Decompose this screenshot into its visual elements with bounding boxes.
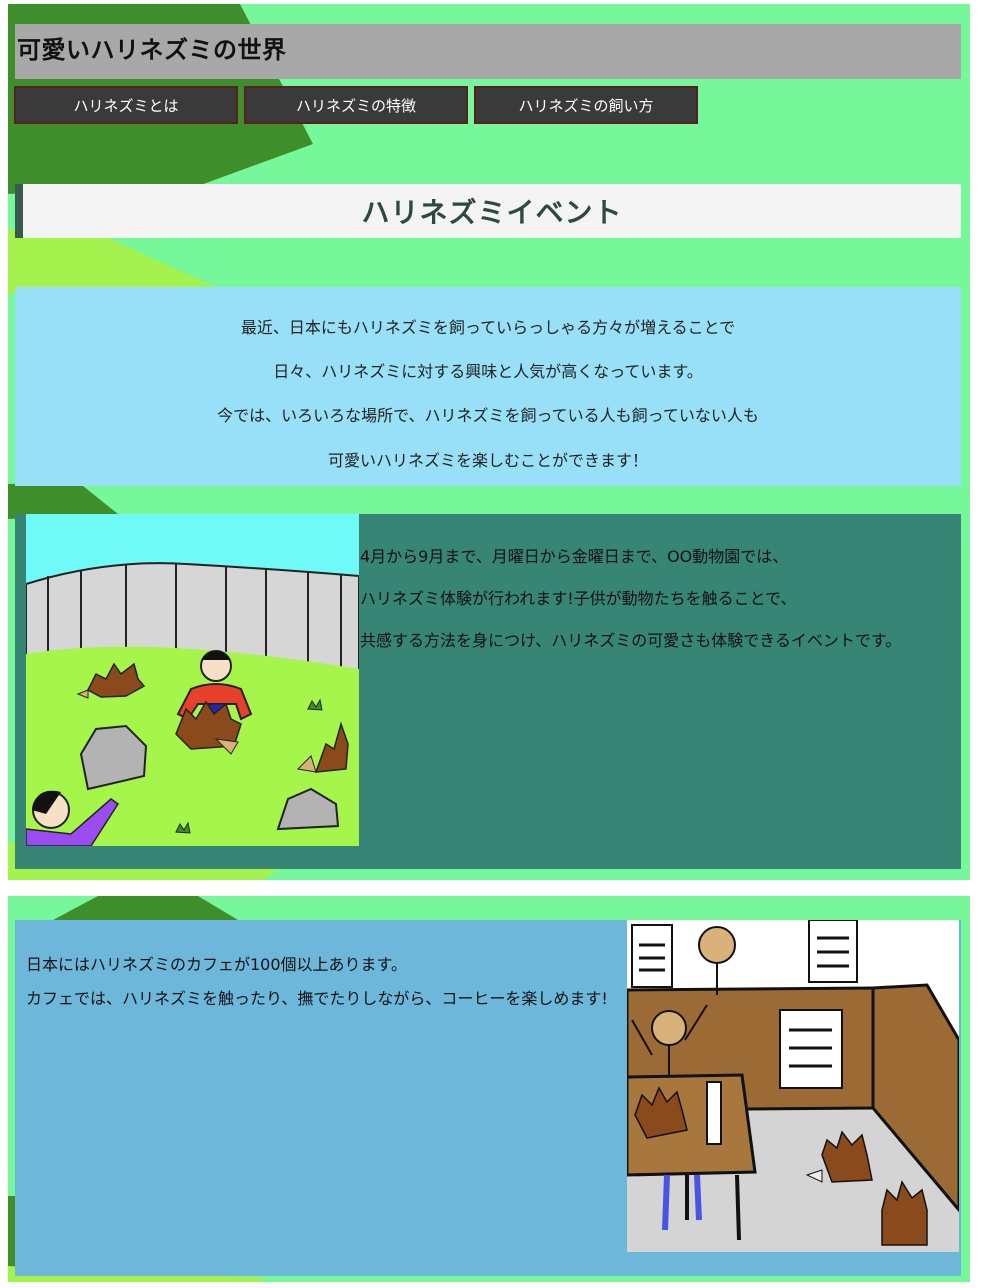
zoo-event-illustration xyxy=(26,514,359,846)
cafe-paragraph: 日本にはハリネズミのカフェが100個以上あります。 xyxy=(26,955,407,974)
nav-item-features[interactable]: ハリネズミの特徴 xyxy=(244,86,468,124)
section-heading-box: ハリネズミイベント xyxy=(15,184,961,238)
section-heading: ハリネズミイベント xyxy=(361,196,623,229)
event-paragraph: 共感する方法を身につけ、ハリネズミの可愛さも体験できるイベントです。 xyxy=(360,631,902,650)
nav-item-about[interactable]: ハリネズミとは xyxy=(14,86,238,124)
intro-line: 最近、日本にもハリネズミを飼っていらっしゃる方々が増えることで xyxy=(240,318,736,337)
nav-item-care[interactable]: ハリネズミの飼い方 xyxy=(474,86,698,124)
event-paragraph: ハリネズミ体験が行われます!子供が動物たちを触ることで、 xyxy=(360,589,797,608)
cafe-paragraph: カフェでは、ハリネズミを触ったり、撫でたりしながら、コーヒーを楽しめます! xyxy=(26,989,608,1008)
event-paragraph: 4月から9月まで、月曜日から金曜日まで、OO動物園では、 xyxy=(360,547,789,566)
site-header: 可愛いハリネズミの世界 xyxy=(15,24,961,79)
hedgehog-cafe-illustration xyxy=(627,920,959,1252)
intro-line: 今では、いろいろな場所で、ハリネズミを飼っている人も飼っていない人も xyxy=(217,406,759,425)
event-text: 4月から9月まで、月曜日から金曜日まで、OO動物園では、 ハリネズミ体験が行われ… xyxy=(360,544,940,670)
site-title: 可愛いハリネズミの世界 xyxy=(17,36,287,64)
cafe-box: 日本にはハリネズミのカフェが100個以上あります。 カフェでは、ハリネズミを触っ… xyxy=(15,920,961,1276)
cafe-text: 日本にはハリネズミのカフェが100個以上あります。 カフェでは、ハリネズミを触っ… xyxy=(26,952,612,1020)
event-box: 4月から9月まで、月曜日から金曜日まで、OO動物園では、 ハリネズミ体験が行われ… xyxy=(15,514,961,869)
intro-box: 最近、日本にもハリネズミを飼っていらっしゃる方々が増えることで 日々、ハリネズミ… xyxy=(15,287,961,486)
intro-line: 日々、ハリネズミに対する興味と人気が高くなっています。 xyxy=(273,362,703,381)
main-nav: ハリネズミとは ハリネズミの特徴 ハリネズミの飼い方 xyxy=(14,86,698,124)
intro-line: 可愛いハリネズミを楽しむことができます！ xyxy=(327,451,648,470)
